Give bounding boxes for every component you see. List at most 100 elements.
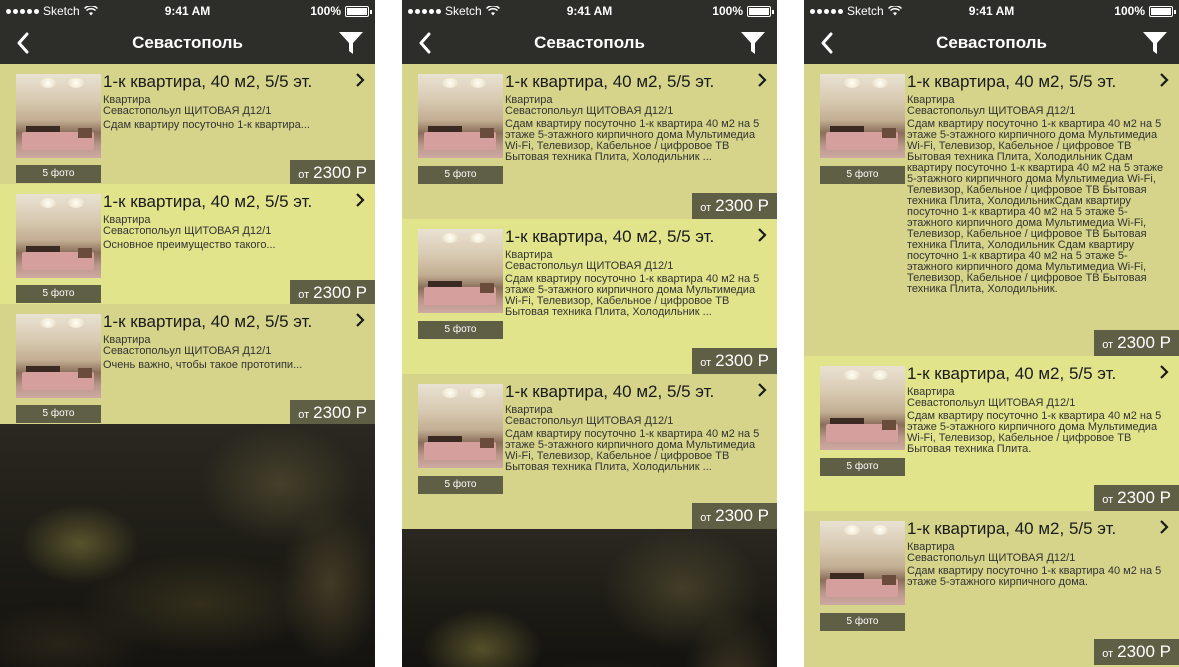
photo-count-badge[interactable]: 5 фото — [16, 405, 101, 423]
price-amount: 2300 Р — [313, 163, 367, 182]
listing-address: Севастопольул ЩИТОВАЯ Д12/1 — [505, 415, 674, 427]
price-badge: от 2300 Р — [1094, 330, 1179, 356]
listing-description: Сдам квартиру посуточно 1-к квартира 40 … — [907, 410, 1162, 455]
listing-photo[interactable] — [820, 366, 905, 450]
price-amount: 2300 Р — [715, 506, 769, 525]
price-from-label: от — [700, 202, 712, 214]
listing-card[interactable]: 5 фото 1-к квартира, 40 м2, 5/5 эт. Квар… — [804, 511, 1179, 667]
battery-icon — [1149, 5, 1176, 17]
listing-title: 1-к квартира, 40 м2, 5/5 эт. — [907, 72, 1117, 91]
listing-photo[interactable] — [16, 314, 101, 398]
price-amount: 2300 Р — [715, 351, 769, 370]
chevron-right-icon — [1160, 73, 1169, 87]
price-badge: от 2300 Р — [692, 193, 777, 219]
listing-photo[interactable] — [418, 384, 503, 468]
price-from-label: от — [700, 512, 712, 524]
listing-card[interactable]: 5 фото 1-к квартира, 40 м2, 5/5 эт. Квар… — [402, 64, 777, 219]
chevron-left-icon — [17, 32, 29, 54]
listing-address: Севастопольул ЩИТОВАЯ Д12/1 — [103, 105, 272, 117]
listing-list: 5 фото 1-к квартира, 40 м2, 5/5 эт. Квар… — [0, 64, 375, 426]
listing-address: Севастопольул ЩИТОВАЯ Д12/1 — [907, 552, 1076, 564]
blurred-background — [402, 529, 777, 667]
filter-icon — [339, 32, 363, 54]
listing-photo[interactable] — [16, 194, 101, 278]
filter-button[interactable] — [737, 27, 769, 59]
listing-description: Основное преимущество такого... — [103, 240, 276, 251]
listing-address: Севастопольул ЩИТОВАЯ Д12/1 — [103, 345, 272, 357]
listing-address: Севастопольул ЩИТОВАЯ Д12/1 — [505, 105, 674, 117]
listing-title: 1-к квартира, 40 м2, 5/5 эт. — [103, 72, 313, 91]
listing-photo[interactable] — [418, 229, 503, 313]
price-amount: 2300 Р — [1117, 642, 1171, 661]
chevron-right-icon — [758, 73, 767, 87]
back-button[interactable] — [812, 28, 842, 58]
phone-screen-2: Sketch 9:41 AM 100% Севастополь 5 фото 1… — [402, 0, 777, 667]
listing-description: Сдам квартиру посуточно 1-к квартира 40 … — [505, 428, 760, 473]
chevron-right-icon — [1160, 365, 1169, 379]
listing-photo[interactable] — [418, 74, 503, 158]
price-amount: 2300 Р — [715, 196, 769, 215]
chevron-right-icon — [758, 383, 767, 397]
price-badge: от 2300 Р — [290, 280, 375, 306]
battery-icon — [345, 5, 372, 17]
page-title: Севастополь — [534, 33, 645, 52]
listing-photo[interactable] — [16, 74, 101, 158]
filter-icon — [741, 32, 765, 54]
photo-count-badge[interactable]: 5 фото — [16, 285, 101, 303]
filter-button[interactable] — [335, 27, 367, 59]
photo-count-badge[interactable]: 5 фото — [820, 166, 905, 184]
listing-title: 1-к квартира, 40 м2, 5/5 эт. — [505, 227, 715, 246]
listing-card[interactable]: 5 фото 1-к квартира, 40 м2, 5/5 эт. Квар… — [402, 374, 777, 529]
listing-description: Сдам квартиру посуточно 1-к квартира... — [103, 120, 310, 131]
chevron-right-icon — [758, 228, 767, 242]
price-from-label: от — [1102, 339, 1114, 351]
price-amount: 2300 Р — [1117, 333, 1171, 352]
listing-card[interactable]: 5 фото 1-к квартира, 40 м2, 5/5 эт. Квар… — [0, 184, 375, 306]
price-amount: 2300 Р — [1117, 488, 1171, 507]
photo-count-badge[interactable]: 5 фото — [16, 165, 101, 183]
photo-count-badge[interactable]: 5 фото — [820, 613, 905, 631]
chevron-left-icon — [821, 32, 833, 54]
listing-description: Сдам квартиру посуточно 1-к квартира 40 … — [505, 273, 760, 318]
listing-address: Севастопольул ЩИТОВАЯ Д12/1 — [103, 225, 272, 237]
listing-card[interactable]: 5 фото 1-к квартира, 40 м2, 5/5 эт. Квар… — [0, 64, 375, 186]
chevron-right-icon — [1160, 520, 1169, 534]
photo-count-badge[interactable]: 5 фото — [418, 166, 503, 184]
price-amount: 2300 Р — [313, 283, 367, 302]
listing-title: 1-к квартира, 40 м2, 5/5 эт. — [505, 72, 715, 91]
photo-count-badge[interactable]: 5 фото — [820, 458, 905, 476]
chevron-right-icon — [356, 193, 365, 207]
price-badge: от 2300 Р — [1094, 639, 1179, 665]
listing-address: Севастопольул ЩИТОВАЯ Д12/1 — [505, 260, 674, 272]
price-from-label: от — [700, 357, 712, 369]
chevron-right-icon — [356, 313, 365, 327]
status-bar: Sketch 9:41 AM 100% — [402, 0, 777, 22]
listing-title: 1-к квартира, 40 м2, 5/5 эт. — [907, 364, 1117, 383]
price-badge: от 2300 Р — [1094, 485, 1179, 511]
listing-card[interactable]: 5 фото 1-к квартира, 40 м2, 5/5 эт. Квар… — [0, 304, 375, 426]
listing-card[interactable]: 5 фото 1-к квартира, 40 м2, 5/5 эт. Квар… — [804, 356, 1179, 511]
status-bar: Sketch 9:41 AM 100% — [804, 0, 1179, 22]
battery-percent: 100% — [1114, 4, 1145, 18]
listing-list: 5 фото 1-к квартира, 40 м2, 5/5 эт. Квар… — [804, 64, 1179, 667]
listing-photo[interactable] — [820, 521, 905, 605]
battery-percent: 100% — [310, 4, 341, 18]
photo-count-badge[interactable]: 5 фото — [418, 321, 503, 339]
battery-percent: 100% — [712, 4, 743, 18]
listing-title: 1-к квартира, 40 м2, 5/5 эт. — [505, 382, 715, 401]
back-button[interactable] — [8, 28, 38, 58]
listing-photo[interactable] — [820, 74, 905, 158]
photo-count-badge[interactable]: 5 фото — [418, 476, 503, 494]
price-badge: от 2300 Р — [290, 400, 375, 426]
listing-card[interactable]: 5 фото 1-к квартира, 40 м2, 5/5 эт. Квар… — [402, 219, 777, 374]
battery-icon — [747, 5, 774, 17]
listing-description: Сдам квартиру посуточно 1-к квартира 40 … — [907, 565, 1162, 588]
filter-button[interactable] — [1139, 27, 1171, 59]
chevron-right-icon — [356, 73, 365, 87]
back-button[interactable] — [410, 28, 440, 58]
blurred-background — [0, 424, 375, 667]
page-title: Севастополь — [936, 33, 1047, 52]
listing-card[interactable]: 5 фото 1-к квартира, 40 м2, 5/5 эт. Квар… — [804, 64, 1179, 356]
listing-description: Сдам квартиру посуточно 1-к квартира 40 … — [907, 118, 1164, 295]
page-title: Севастополь — [132, 33, 243, 52]
